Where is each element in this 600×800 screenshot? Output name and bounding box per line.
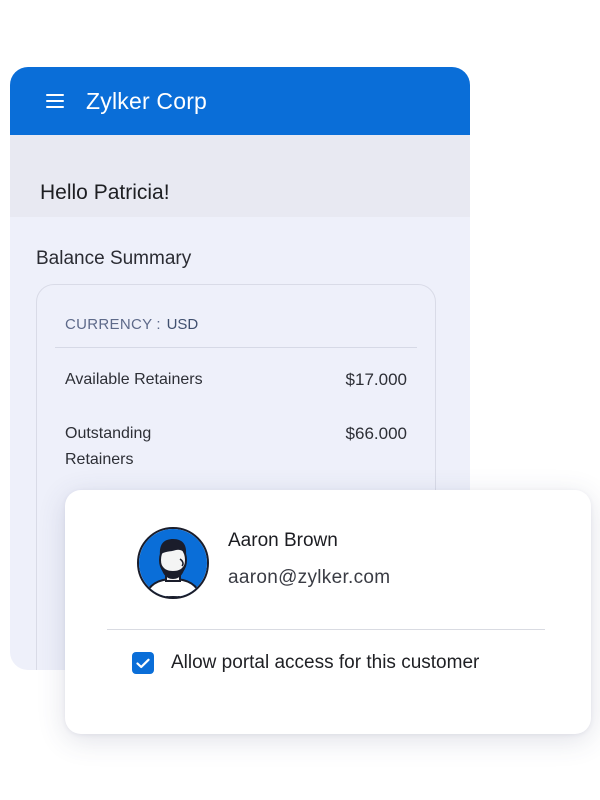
greeting-text: Hello Patricia!	[40, 181, 170, 204]
card-divider	[107, 629, 545, 630]
greeting-banner: Hello Patricia!	[10, 135, 470, 217]
portal-access-label: Allow portal access for this customer	[171, 652, 480, 673]
outstanding-retainers-label: Outstanding Retainers	[65, 425, 152, 468]
app-title: Zylker Corp	[86, 87, 208, 114]
customer-name: Aaron Brown	[228, 530, 338, 551]
app-header: Zylker Corp	[10, 67, 470, 135]
customer-card: Aaron Brown aaron@zylker.com Allow porta…	[65, 490, 591, 734]
checkmark-icon	[136, 658, 150, 668]
portal-access-checkbox[interactable]	[132, 652, 154, 674]
hamburger-menu-icon[interactable]	[46, 94, 64, 108]
currency-separator: :	[156, 316, 161, 333]
customer-email: aaron@zylker.com	[228, 567, 391, 588]
currency-value: USD	[166, 316, 199, 333]
portal-access-row[interactable]: Allow portal access for this customer	[132, 652, 479, 674]
available-retainers-label: Available Retainers	[65, 371, 203, 388]
currency-row: CURRENCY: USD	[65, 316, 198, 333]
outstanding-retainers-value: $66.000	[345, 424, 407, 443]
summary-divider	[55, 347, 417, 348]
user-avatar-icon	[137, 527, 209, 599]
currency-label: CURRENCY	[65, 316, 153, 333]
balance-summary-title: Balance Summary	[36, 248, 192, 269]
available-retainers-value: $17.000	[345, 370, 407, 389]
